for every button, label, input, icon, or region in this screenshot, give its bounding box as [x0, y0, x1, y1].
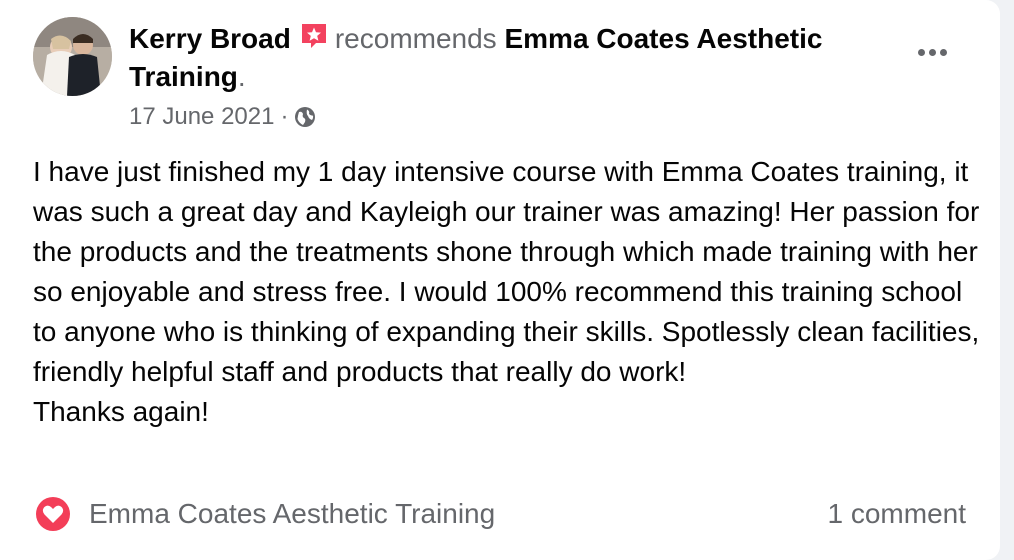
post-date-link[interactable]: 17 June 2021 [129, 102, 274, 132]
comments-count-link[interactable]: 1 comment [828, 496, 967, 532]
reactor-name: Emma Coates Aesthetic Training [89, 498, 496, 529]
post-card: Kerry Broad recommends Emma Coates Aesthe… [0, 0, 1000, 560]
more-options-icon [917, 48, 925, 56]
reactions-summary[interactable]: Emma Coates Aesthetic Training [35, 496, 495, 532]
post-body: I have just finished my 1 day intensive … [33, 156, 980, 427]
love-reaction-icon [36, 497, 70, 531]
recommendation-star-icon [301, 24, 326, 48]
author-avatar[interactable] [33, 17, 112, 96]
post-meta: 17 June 2021 · [129, 102, 316, 132]
header-period: . [237, 61, 246, 92]
meta-separator: · [280, 103, 289, 130]
more-options-button[interactable] [910, 36, 954, 68]
recommends-text: recommends [334, 23, 497, 54]
post-header: Kerry Broad recommends Emma Coates Aesthe… [129, 20, 899, 96]
globe-icon[interactable] [294, 106, 316, 128]
author-name-link[interactable]: Kerry Broad [129, 23, 291, 54]
